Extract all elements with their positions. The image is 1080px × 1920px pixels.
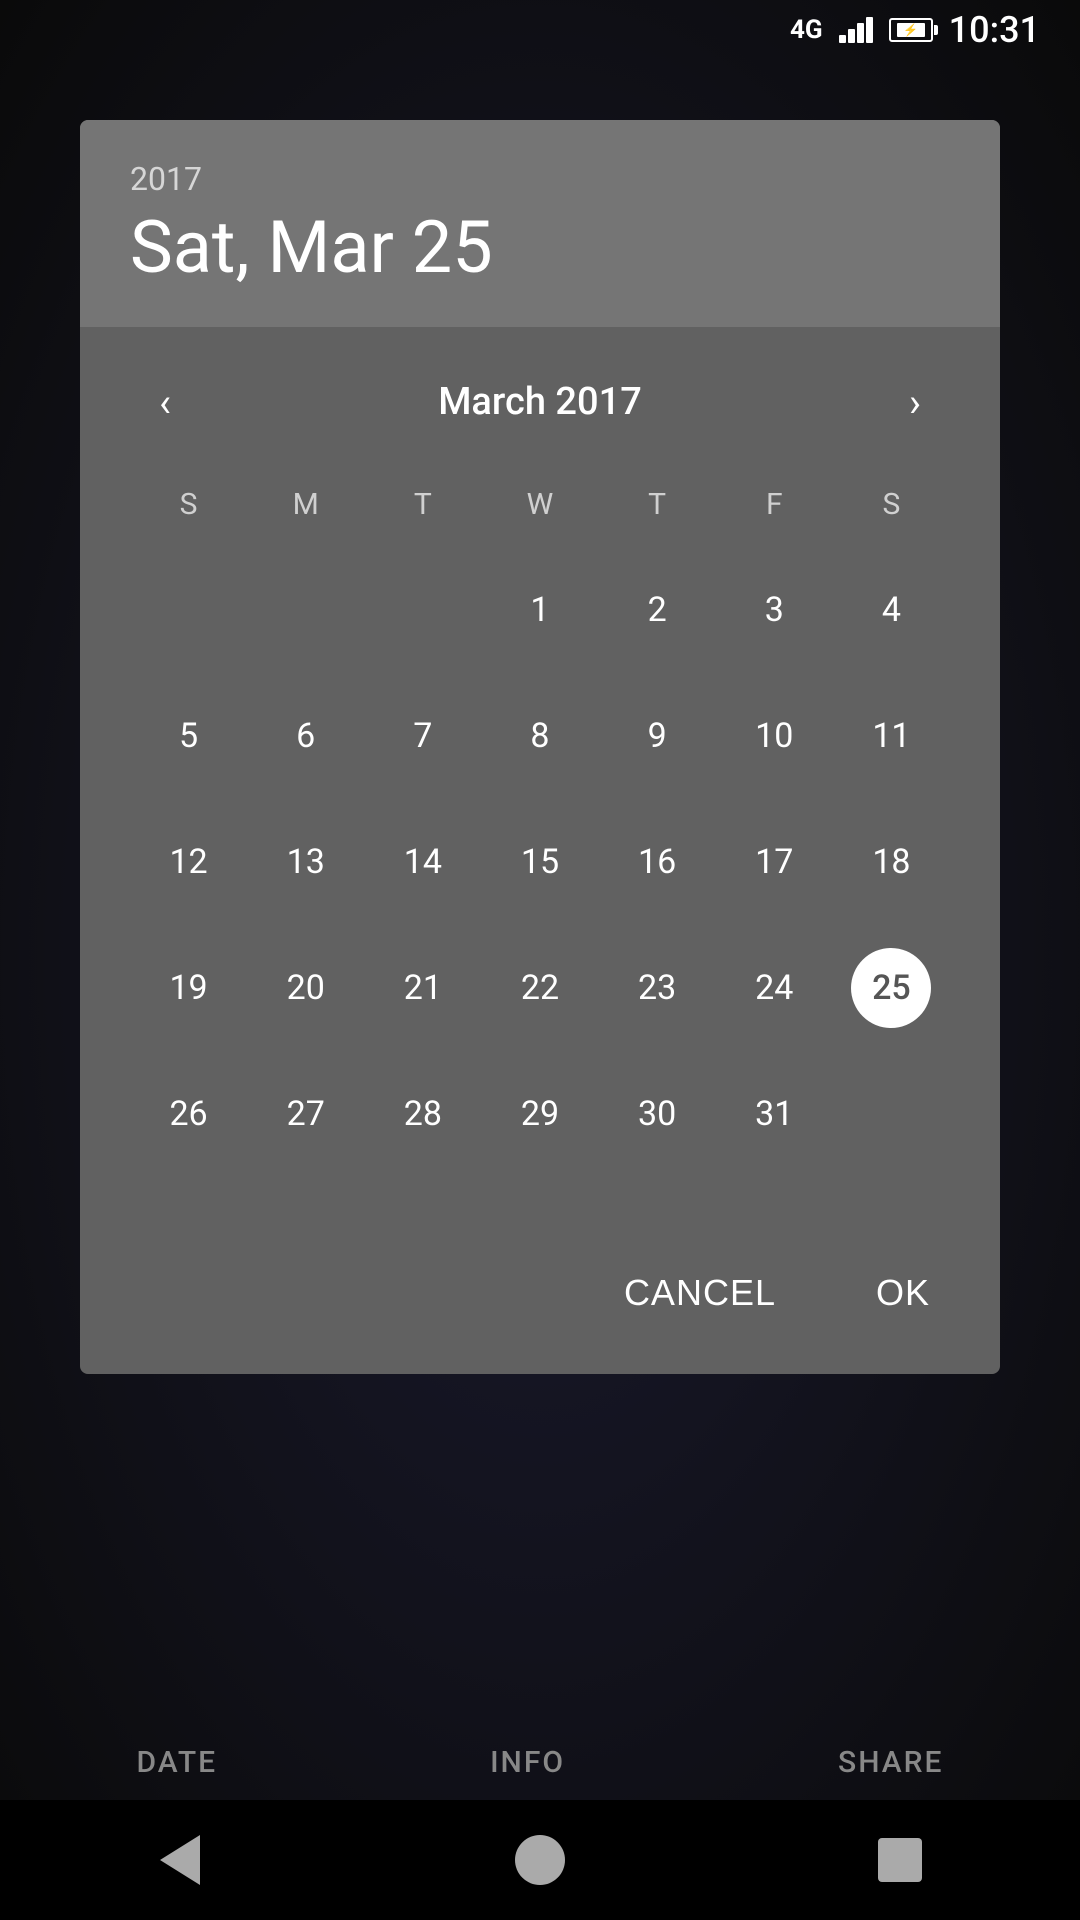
dow-tue: T bbox=[364, 477, 481, 532]
cal-day-16[interactable]: 16 bbox=[599, 804, 716, 920]
dow-wed: W bbox=[481, 477, 598, 532]
calendar-grid: 1 2 3 4 5 6 7 8 9 10 11 12 13 14 15 16 1… bbox=[130, 552, 950, 1172]
next-month-button[interactable]: › bbox=[880, 367, 950, 437]
cal-day-17[interactable]: 17 bbox=[716, 804, 833, 920]
system-nav bbox=[0, 1800, 1080, 1920]
status-bar: 4G ⚡ 10:31 bbox=[0, 0, 1080, 60]
cal-day-12[interactable]: 12 bbox=[130, 804, 247, 920]
cal-day-29[interactable]: 29 bbox=[481, 1056, 598, 1172]
dow-fri: F bbox=[716, 477, 833, 532]
cal-day-14[interactable]: 14 bbox=[364, 804, 481, 920]
cal-day-26[interactable]: 26 bbox=[130, 1056, 247, 1172]
cal-day-empty bbox=[130, 552, 247, 668]
cancel-button[interactable]: CANCEL bbox=[594, 1252, 806, 1334]
cal-day-18[interactable]: 18 bbox=[833, 804, 950, 920]
cal-day-22[interactable]: 22 bbox=[481, 930, 598, 1046]
signal-strength-icon bbox=[839, 17, 873, 43]
tab-share[interactable]: SHARE bbox=[838, 1745, 943, 1780]
dow-mon: M bbox=[247, 477, 364, 532]
month-year-label: March 2017 bbox=[438, 380, 642, 424]
cal-day-2[interactable]: 2 bbox=[599, 552, 716, 668]
dow-sun: S bbox=[130, 477, 247, 532]
battery-icon: ⚡ bbox=[889, 18, 933, 42]
date-picker-dialog: 2017 Sat, Mar 25 ‹ March 2017 › S M T W … bbox=[80, 120, 1000, 1374]
home-button[interactable] bbox=[510, 1830, 570, 1890]
dialog-actions: CANCEL OK bbox=[80, 1232, 1000, 1374]
cal-day-27[interactable]: 27 bbox=[247, 1056, 364, 1172]
cal-day-31[interactable]: 31 bbox=[716, 1056, 833, 1172]
recents-button[interactable] bbox=[870, 1830, 930, 1890]
cal-day-8[interactable]: 8 bbox=[481, 678, 598, 794]
selected-date: Sat, Mar 25 bbox=[130, 208, 950, 287]
cal-day-24[interactable]: 24 bbox=[716, 930, 833, 1046]
cal-day-9[interactable]: 9 bbox=[599, 678, 716, 794]
cal-day-4[interactable]: 4 bbox=[833, 552, 950, 668]
cal-day-5[interactable]: 5 bbox=[130, 678, 247, 794]
clock: 10:31 bbox=[949, 9, 1040, 51]
cal-day-3[interactable]: 3 bbox=[716, 552, 833, 668]
ok-button[interactable]: OK bbox=[846, 1252, 960, 1334]
cal-day-1[interactable]: 1 bbox=[481, 552, 598, 668]
cal-day-25[interactable]: 25 bbox=[833, 930, 950, 1046]
cal-day-empty bbox=[364, 552, 481, 668]
cal-day-11[interactable]: 11 bbox=[833, 678, 950, 794]
cal-day-19[interactable]: 19 bbox=[130, 930, 247, 1046]
bottom-tabs: DATE INFO SHARE bbox=[0, 1725, 1080, 1800]
cal-day-30[interactable]: 30 bbox=[599, 1056, 716, 1172]
cal-day-10[interactable]: 10 bbox=[716, 678, 833, 794]
dow-sat: S bbox=[833, 477, 950, 532]
cal-day-empty bbox=[833, 1056, 950, 1172]
tab-info[interactable]: INFO bbox=[490, 1745, 565, 1780]
tab-date[interactable]: DATE bbox=[137, 1745, 218, 1780]
cal-day-28[interactable]: 28 bbox=[364, 1056, 481, 1172]
cal-day-6[interactable]: 6 bbox=[247, 678, 364, 794]
cal-day-23[interactable]: 23 bbox=[599, 930, 716, 1046]
days-of-week: S M T W T F S bbox=[130, 477, 950, 532]
cal-day-15[interactable]: 15 bbox=[481, 804, 598, 920]
calendar-area: ‹ March 2017 › S M T W T F S 1 2 3 4 5 6 bbox=[80, 327, 1000, 1212]
cal-day-7[interactable]: 7 bbox=[364, 678, 481, 794]
cal-day-21[interactable]: 21 bbox=[364, 930, 481, 1046]
dialog-header: 2017 Sat, Mar 25 bbox=[80, 120, 1000, 327]
selected-year: 2017 bbox=[130, 160, 950, 198]
back-button[interactable] bbox=[150, 1830, 210, 1890]
cal-day-13[interactable]: 13 bbox=[247, 804, 364, 920]
cal-day-20[interactable]: 20 bbox=[247, 930, 364, 1046]
signal-4g-icon: 4G bbox=[790, 15, 823, 45]
dow-thu: T bbox=[599, 477, 716, 532]
prev-month-button[interactable]: ‹ bbox=[130, 367, 200, 437]
cal-day-empty bbox=[247, 552, 364, 668]
month-nav: ‹ March 2017 › bbox=[130, 367, 950, 437]
